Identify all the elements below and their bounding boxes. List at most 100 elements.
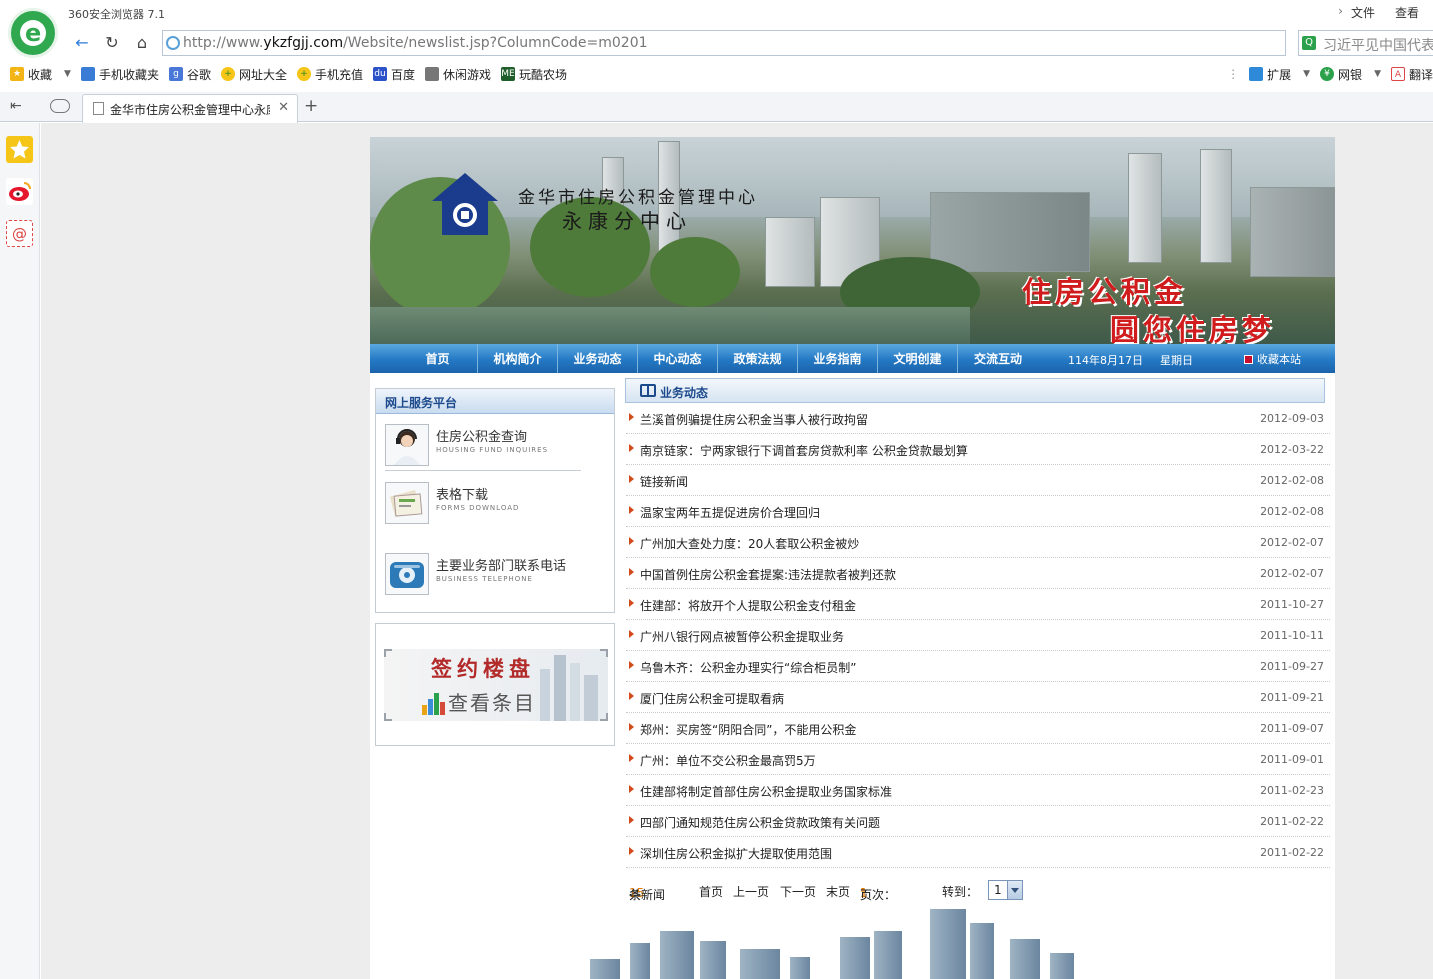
bookmark-favorites[interactable]: ★ 收藏 ▼ bbox=[10, 66, 71, 83]
next-page-link[interactable]: 下一页 bbox=[780, 883, 816, 900]
ebank-button[interactable]: ¥ 网银 ▼ bbox=[1320, 66, 1381, 83]
url-path: /Website/newslist.jsp?ColumnCode=m0201 bbox=[343, 35, 648, 51]
service-forms-download[interactable]: 表格下载 FORMS DOWNLOAD bbox=[385, 480, 581, 528]
search-input[interactable]: Q 习近平见中国代表 bbox=[1298, 30, 1433, 56]
news-title[interactable]: 温家宝两年五提促进房价合理回归 bbox=[640, 504, 820, 521]
bullet-arrow-icon bbox=[629, 661, 634, 669]
nav-guide[interactable]: 业务指南 bbox=[798, 344, 878, 373]
chevron-down-icon[interactable]: ▼ bbox=[64, 69, 71, 79]
bullet-arrow-icon bbox=[629, 847, 634, 855]
page-select[interactable]: 1 bbox=[988, 880, 1023, 900]
news-row[interactable]: 郑州：买房签“阴阳合同”，不能用公积金 2011-09-07 bbox=[626, 713, 1330, 744]
nav-about[interactable]: 机构简介 bbox=[478, 344, 558, 373]
news-date: 2012-02-08 bbox=[1260, 474, 1324, 487]
news-row[interactable]: 住建部：将放开个人提取公积金支付租金 2011-10-27 bbox=[626, 589, 1330, 620]
current-weekday: 星期日 bbox=[1160, 354, 1193, 367]
nav-center-news[interactable]: 中心动态 bbox=[638, 344, 718, 373]
tab-active[interactable]: 金华市住房公积金管理中心永康分中心 ✕ bbox=[82, 94, 298, 123]
browser-logo-icon[interactable]: e bbox=[8, 8, 58, 58]
svg-text:@: @ bbox=[12, 225, 27, 243]
news-title[interactable]: 四部门通知规范住房公积金贷款政策有关问题 bbox=[640, 814, 880, 831]
page-viewport: 金华市住房公积金管理中心 永康分中心 住房公积金 圆您住房梦 首页 机构简介 业… bbox=[41, 123, 1433, 979]
current-date: 114年8月17日 bbox=[1068, 354, 1143, 367]
menu-file[interactable]: 文件 bbox=[1351, 4, 1375, 21]
news-title[interactable]: 乌鲁木齐：公积金办理实行“综合柜员制” bbox=[640, 659, 856, 676]
news-title[interactable]: 厦门住房公积金可提取看病 bbox=[640, 690, 784, 707]
menu-view[interactable]: 查看 bbox=[1395, 4, 1419, 21]
weibo-icon[interactable] bbox=[6, 178, 33, 205]
extensions-icon bbox=[1249, 67, 1264, 81]
prev-page-link[interactable]: 上一页 bbox=[733, 883, 769, 900]
bullet-arrow-icon bbox=[629, 475, 634, 483]
star-icon[interactable] bbox=[6, 136, 33, 163]
first-page-link[interactable]: 首页 bbox=[699, 883, 723, 900]
news-title[interactable]: 兰溪首例骗提住房公积金当事人被行政拘留 bbox=[640, 411, 868, 428]
back-arrow-icon[interactable]: ← bbox=[70, 33, 94, 53]
news-title[interactable]: 广州：单位不交公积金最高罚5万 bbox=[640, 752, 816, 769]
signed-projects-link[interactable]: 签约楼盘 查看条目 bbox=[384, 649, 608, 721]
news-title[interactable]: 链接新闻 bbox=[640, 473, 688, 490]
mail-icon[interactable]: @ bbox=[6, 220, 33, 247]
news-date: 2011-09-21 bbox=[1260, 691, 1324, 704]
news-row[interactable]: 温家宝两年五提促进房价合理回归 2012-02-08 bbox=[626, 496, 1330, 527]
news-row[interactable]: 南京链家：宁两家银行下调首套房贷款利率 公积金贷款最划算 2012-03-22 bbox=[626, 434, 1330, 465]
nav-civilization[interactable]: 文明创建 bbox=[878, 344, 958, 373]
translate-button[interactable]: A 翻译 bbox=[1390, 66, 1433, 83]
bookmark-recharge[interactable]: + 手机充值 bbox=[296, 66, 363, 83]
bookmark-google[interactable]: g 谷歌 bbox=[168, 66, 211, 83]
new-tab-button[interactable]: + bbox=[304, 96, 318, 116]
news-row[interactable]: 中国首例住房公积金套提案:违法提款者被判还款 2012-02-07 bbox=[626, 558, 1330, 589]
bookmark-farm[interactable]: ME 玩酷农场 bbox=[501, 66, 567, 83]
news-row[interactable]: 深圳住房公积金拟扩大提取使用范围 2011-02-22 bbox=[626, 837, 1330, 868]
app-title: 360安全浏览器 7.1 bbox=[68, 8, 165, 21]
close-icon[interactable]: ✕ bbox=[278, 100, 289, 115]
news-title[interactable]: 南京链家：宁两家银行下调首套房贷款利率 公积金贷款最划算 bbox=[640, 442, 968, 459]
slogan-line1: 住房公积金 bbox=[1022, 275, 1188, 309]
bookmark-site-link[interactable]: 收藏本站 bbox=[1244, 351, 1301, 367]
home-icon[interactable]: ⌂ bbox=[130, 33, 154, 53]
bookmark-sites[interactable]: + 网址大全 bbox=[220, 66, 287, 83]
news-row[interactable]: 广州八银行网点被暂停公积金提取业务 2011-10-11 bbox=[626, 620, 1330, 651]
last-page-link[interactable]: 末页 bbox=[826, 883, 850, 900]
news-title[interactable]: 深圳住房公积金拟扩大提取使用范围 bbox=[640, 845, 832, 862]
refresh-icon[interactable]: ↻ bbox=[100, 33, 124, 53]
service-business-phone[interactable]: 主要业务部门联系电话 BUSINESS TELEPHONE bbox=[385, 551, 581, 599]
news-row[interactable]: 广州：单位不交公积金最高罚5万 2011-09-01 bbox=[626, 744, 1330, 775]
bullet-arrow-icon bbox=[629, 816, 634, 824]
url-input[interactable]: http://www.ykzfgjj.com/Website/newslist.… bbox=[162, 30, 1367, 56]
chevron-right-icon[interactable]: › bbox=[1338, 4, 1343, 21]
book-icon bbox=[640, 384, 656, 397]
nav-interaction[interactable]: 交流互动 bbox=[958, 344, 1038, 373]
cloud-icon[interactable] bbox=[50, 99, 70, 113]
tab-list-icon[interactable]: ⇤ bbox=[10, 98, 22, 114]
service-fund-inquiry[interactable]: 住房公积金查询 HOUSING FUND INQUIRES bbox=[385, 422, 581, 470]
news-row[interactable]: 乌鲁木齐：公积金办理实行“综合柜员制” 2011-09-27 bbox=[626, 651, 1330, 682]
news-row[interactable]: 广州加大查处力度：20人套取公积金被炒 2012-02-07 bbox=[626, 527, 1330, 558]
pagination: 共 15 条新闻 首页 上一页 下一页 末页 页次： 1: 1页 转到： 1 bbox=[629, 880, 1069, 902]
extensions-button[interactable]: 扩展 ▼ bbox=[1249, 66, 1310, 83]
site-page: 金华市住房公积金管理中心 永康分中心 住房公积金 圆您住房梦 首页 机构简介 业… bbox=[370, 137, 1335, 979]
bookmark-baidu[interactable]: du 百度 bbox=[373, 66, 415, 83]
news-row[interactable]: 厦门住房公积金可提取看病 2011-09-21 bbox=[626, 682, 1330, 713]
news-title[interactable]: 广州加大查处力度：20人套取公积金被炒 bbox=[640, 535, 859, 552]
news-title[interactable]: 广州八银行网点被暂停公积金提取业务 bbox=[640, 628, 844, 645]
nav-policies[interactable]: 政策法规 bbox=[718, 344, 798, 373]
news-row[interactable]: 住建部将制定首部住房公积金提取业务国家标准 2011-02-23 bbox=[626, 775, 1330, 806]
news-row[interactable]: 四部门通知规范住房公积金贷款政策有关问题 2011-02-22 bbox=[626, 806, 1330, 837]
site-banner: 金华市住房公积金管理中心 永康分中心 住房公积金 圆您住房梦 bbox=[370, 137, 1335, 344]
news-title[interactable]: 住建部：将放开个人提取公积金支付租金 bbox=[640, 597, 856, 614]
news-title[interactable]: 郑州：买房签“阴阳合同”，不能用公积金 bbox=[640, 721, 856, 738]
chevron-down-icon[interactable] bbox=[1007, 881, 1022, 899]
documents-icon bbox=[385, 482, 429, 524]
bookmark-games[interactable]: 休闲游戏 bbox=[425, 66, 491, 83]
news-title[interactable]: 中国首例住房公积金套提案:违法提款者被判还款 bbox=[640, 566, 896, 583]
bookmark-icon bbox=[1244, 355, 1253, 364]
nav-home[interactable]: 首页 bbox=[398, 344, 478, 373]
news-title[interactable]: 住建部将制定首部住房公积金提取业务国家标准 bbox=[640, 783, 892, 800]
news-row[interactable]: 兰溪首例骗提住房公积金当事人被行政拘留 2012-09-03 bbox=[626, 403, 1330, 434]
news-row[interactable]: 链接新闻 2012-02-08 bbox=[626, 465, 1330, 496]
service-name: 住房公积金查询 bbox=[436, 430, 528, 445]
bookmark-mobile[interactable]: 手机收藏夹 bbox=[80, 66, 159, 83]
nav-business-news[interactable]: 业务动态 bbox=[558, 344, 638, 373]
service-name-en: FORMS DOWNLOAD bbox=[436, 504, 520, 512]
